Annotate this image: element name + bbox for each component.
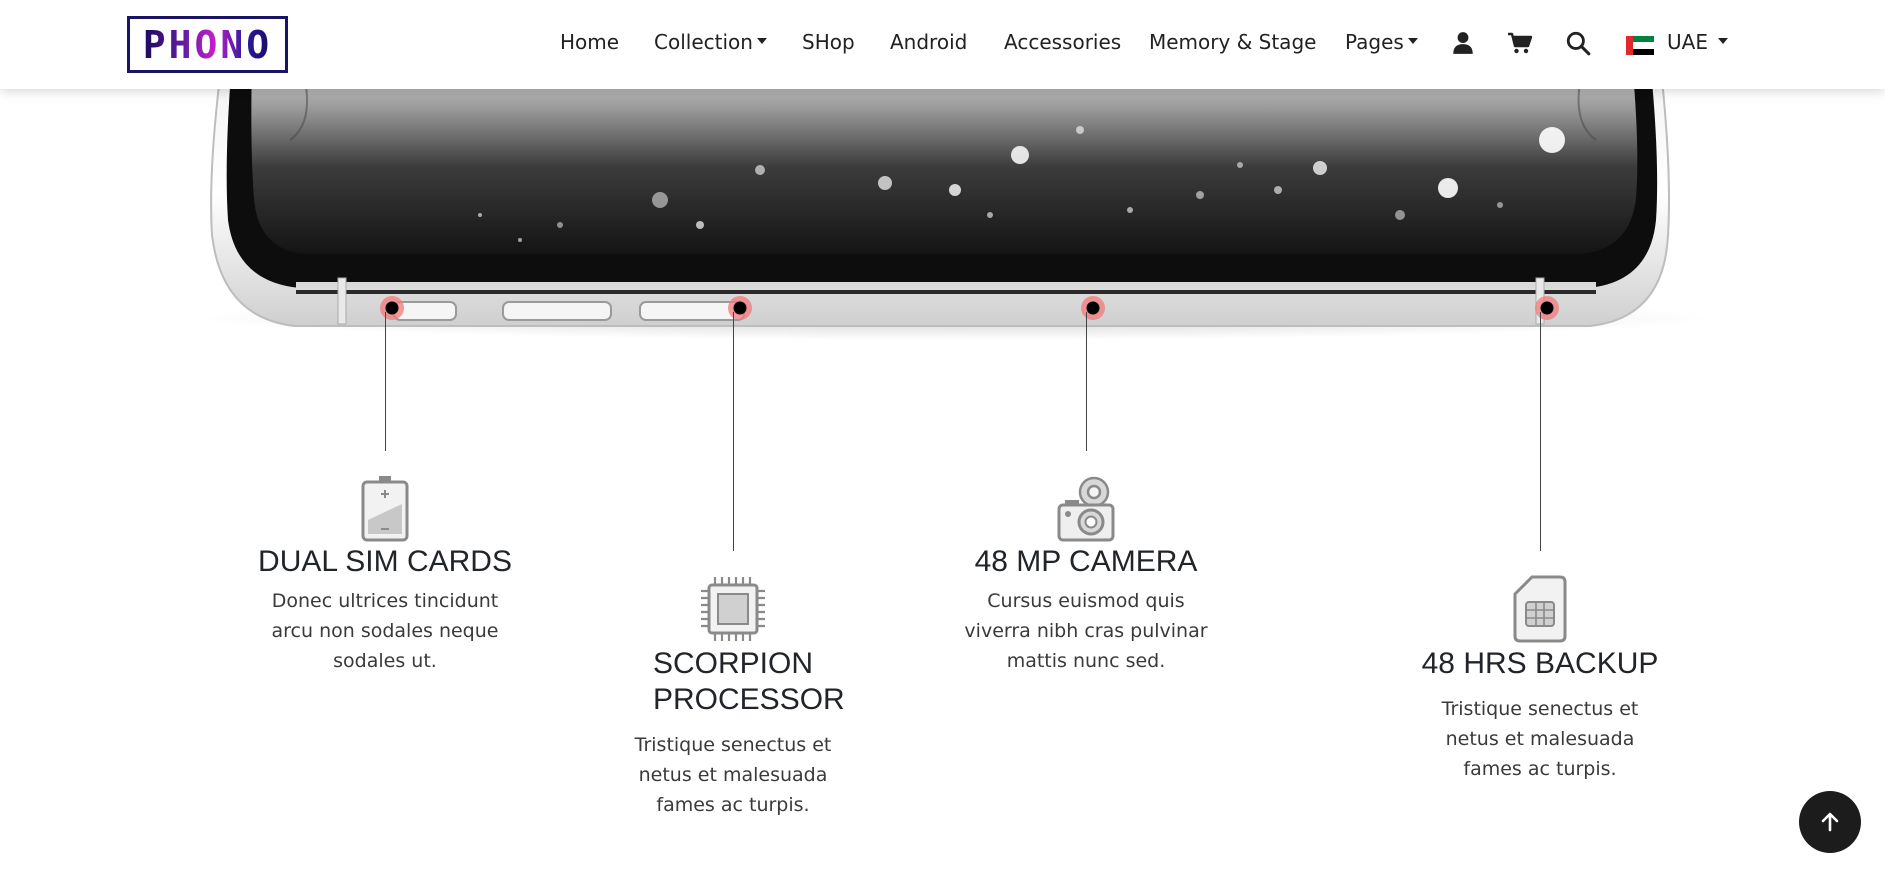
processor-chip-icon bbox=[701, 577, 765, 641]
feature-dual-sim: DUAL SIM CARDS Donec ultrices tincidunt … bbox=[255, 474, 515, 676]
feature-title: 48 MP CAMERA bbox=[974, 545, 1198, 578]
arrow-up-icon bbox=[1821, 812, 1839, 832]
feature-title: SCORPION PROCESSOR bbox=[653, 647, 845, 716]
callout-line-dual-sim bbox=[385, 312, 386, 451]
hotspot-dual-sim[interactable] bbox=[380, 296, 404, 320]
brand-logo[interactable]: PHONO bbox=[127, 16, 288, 73]
feature-description: Donec ultrices tincidunt arcu non sodale… bbox=[271, 590, 499, 672]
navbar: PHONO Home Collection SHop Android Acces… bbox=[0, 0, 1885, 89]
back-to-top-button[interactable] bbox=[1799, 791, 1861, 853]
feature-description: Cursus euismod quis viverra nibh cras pu… bbox=[964, 590, 1208, 672]
region-label: UAE bbox=[1667, 30, 1708, 54]
nav-collection-label: Collection bbox=[654, 30, 753, 54]
feature-camera: 48 MP CAMERA Cursus euismod quis viverra… bbox=[956, 474, 1216, 676]
search-icon[interactable] bbox=[1565, 30, 1591, 56]
nav-collection[interactable]: Collection bbox=[654, 30, 767, 54]
sim-card-icon bbox=[1513, 575, 1567, 643]
nav-android[interactable]: Android bbox=[890, 30, 967, 54]
hotspot-camera[interactable] bbox=[1081, 296, 1105, 320]
hotspot-processor[interactable] bbox=[728, 296, 752, 320]
nav-pages-label: Pages bbox=[1345, 30, 1404, 54]
user-icon[interactable] bbox=[1450, 30, 1476, 56]
page: PHONO Home Collection SHop Android Acces… bbox=[0, 0, 1885, 873]
feature-processor: SCORPION PROCESSOR Tristique senectus et… bbox=[613, 574, 853, 820]
feature-title: 48 HRS BACKUP bbox=[1421, 647, 1659, 680]
nav-memory-stage[interactable]: Memory & Stage bbox=[1149, 30, 1316, 54]
feature-backup: 48 HRS BACKUP Tristique senectus et netu… bbox=[1410, 574, 1670, 784]
nav-pages[interactable]: Pages bbox=[1345, 30, 1418, 54]
battery-icon bbox=[361, 476, 409, 542]
uae-flag-icon[interactable] bbox=[1626, 36, 1654, 55]
feature-description: Tristique senectus et netus et malesuada… bbox=[1441, 698, 1639, 780]
feature-title: DUAL SIM CARDS bbox=[258, 545, 512, 578]
chevron-down-icon bbox=[1717, 37, 1728, 44]
chevron-down-icon bbox=[1407, 37, 1418, 44]
callout-line-camera bbox=[1086, 312, 1087, 451]
logo-text: PHONO bbox=[142, 22, 273, 67]
cart-icon[interactable] bbox=[1507, 30, 1533, 56]
hotspot-backup[interactable] bbox=[1535, 296, 1559, 320]
camera-icon bbox=[1057, 476, 1115, 542]
callout-line-processor bbox=[733, 312, 734, 551]
feature-description: Tristique senectus et netus et malesuada… bbox=[634, 734, 832, 816]
chevron-down-icon bbox=[756, 37, 767, 44]
nav-home[interactable]: Home bbox=[560, 30, 619, 54]
nav-shop[interactable]: SHop bbox=[802, 30, 855, 54]
nav-accessories[interactable]: Accessories bbox=[1004, 30, 1121, 54]
region-selector[interactable]: UAE bbox=[1667, 30, 1728, 54]
callout-line-backup bbox=[1540, 312, 1541, 551]
